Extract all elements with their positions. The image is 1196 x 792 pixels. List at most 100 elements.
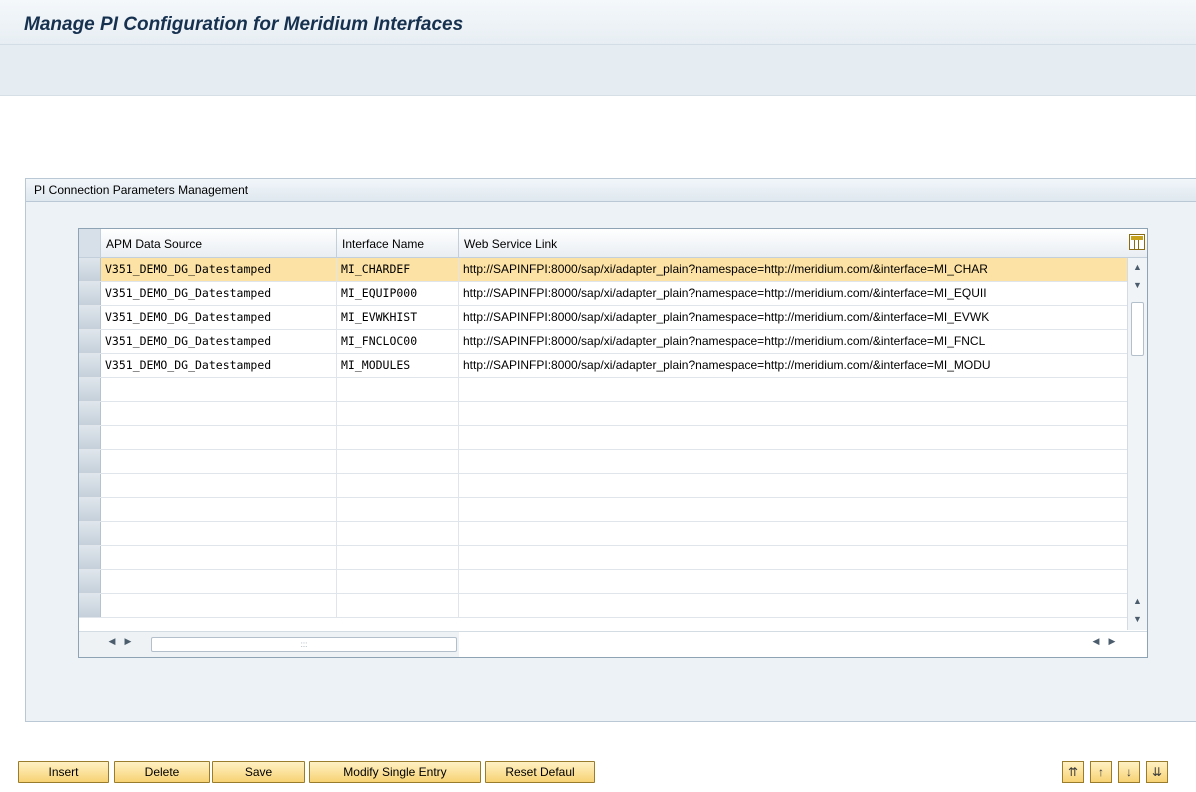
scroll-up-bottom-icon[interactable]: ▲	[1128, 592, 1147, 610]
cell-web-service-link[interactable]: http://SAPINFPI:8000/sap/xi/adapter_plai…	[459, 282, 1127, 305]
cell-web-service-link[interactable]: http://SAPINFPI:8000/sap/xi/adapter_plai…	[459, 330, 1127, 353]
scroll-right-link-icon[interactable]: ▶	[1105, 636, 1119, 647]
row-selector[interactable]	[79, 522, 101, 545]
row-selector[interactable]	[79, 330, 101, 353]
column-settings-icon[interactable]	[1129, 234, 1145, 250]
save-button[interactable]: Save	[212, 761, 305, 783]
cell-interface-name[interactable]	[337, 594, 459, 617]
previous-page-icon[interactable]: ↑	[1090, 761, 1112, 783]
table-row[interactable]	[79, 450, 1127, 474]
row-selector[interactable]	[79, 258, 101, 281]
scroll-right-icon[interactable]: ▶	[121, 636, 135, 647]
cell-web-service-link[interactable]	[459, 594, 1127, 617]
cell-web-service-link[interactable]	[459, 498, 1127, 521]
scroll-left-link-icon[interactable]: ◀	[1089, 636, 1103, 647]
cell-apm-data-source[interactable]	[101, 450, 337, 473]
cell-web-service-link[interactable]	[459, 522, 1127, 545]
cell-apm-data-source[interactable]: V351_DEMO_DG_Datestamped	[101, 282, 337, 305]
delete-button[interactable]: Delete	[114, 761, 210, 783]
cell-web-service-link[interactable]: http://SAPINFPI:8000/sap/xi/adapter_plai…	[459, 258, 1127, 281]
cell-interface-name[interactable]: MI_FNCLOC00	[337, 330, 459, 353]
table-row[interactable]	[79, 546, 1127, 570]
insert-button[interactable]: Insert	[18, 761, 109, 783]
cell-interface-name[interactable]	[337, 378, 459, 401]
cell-apm-data-source[interactable]: V351_DEMO_DG_Datestamped	[101, 306, 337, 329]
table-row[interactable]: V351_DEMO_DG_Datestamped MI_MODULES http:/…	[79, 354, 1127, 378]
cell-interface-name[interactable]	[337, 402, 459, 425]
cell-interface-name[interactable]	[337, 426, 459, 449]
row-selector[interactable]	[79, 474, 101, 497]
column-header-apm-data-source[interactable]: APM Data Source	[101, 229, 337, 257]
cell-apm-data-source[interactable]: V351_DEMO_DG_Datestamped	[101, 330, 337, 353]
cell-interface-name[interactable]: MI_EQUIP000	[337, 282, 459, 305]
column-header-interface-name[interactable]: Interface Name	[337, 229, 459, 257]
table-row[interactable]	[79, 498, 1127, 522]
cell-interface-name[interactable]	[337, 450, 459, 473]
cell-apm-data-source[interactable]	[101, 498, 337, 521]
scroll-up-icon[interactable]: ▲	[1128, 258, 1147, 276]
row-selector[interactable]	[79, 282, 101, 305]
table-row[interactable]: V351_DEMO_DG_Datestamped MI_CHARDEF http:/…	[79, 258, 1127, 282]
scroll-down-bottom-icon[interactable]: ▼	[1128, 610, 1147, 628]
table-row[interactable]	[79, 378, 1127, 402]
first-page-icon[interactable]: ⇈	[1062, 761, 1084, 783]
table-row[interactable]: V351_DEMO_DG_Datestamped MI_EQUIP000 http:…	[79, 282, 1127, 306]
row-selector[interactable]	[79, 546, 101, 569]
reset-default-button[interactable]: Reset Defaul	[485, 761, 595, 783]
cell-apm-data-source[interactable]	[101, 570, 337, 593]
table-row[interactable]	[79, 570, 1127, 594]
cell-interface-name[interactable]	[337, 498, 459, 521]
cell-interface-name[interactable]	[337, 546, 459, 569]
cell-interface-name[interactable]: MI_EVWKHIST	[337, 306, 459, 329]
row-selector[interactable]	[79, 570, 101, 593]
cell-web-service-link[interactable]	[459, 450, 1127, 473]
row-selector[interactable]	[79, 306, 101, 329]
table-row[interactable]	[79, 522, 1127, 546]
cell-web-service-link[interactable]	[459, 426, 1127, 449]
cell-apm-data-source[interactable]	[101, 474, 337, 497]
row-selector[interactable]	[79, 426, 101, 449]
cell-interface-name[interactable]: MI_CHARDEF	[337, 258, 459, 281]
table-row[interactable]	[79, 474, 1127, 498]
row-selector[interactable]	[79, 402, 101, 425]
cell-interface-name[interactable]	[337, 570, 459, 593]
horizontal-scroll-thumb[interactable]: :::	[151, 637, 457, 652]
cell-interface-name[interactable]	[337, 474, 459, 497]
cell-web-service-link[interactable]	[459, 378, 1127, 401]
cell-apm-data-source[interactable]: V351_DEMO_DG_Datestamped	[101, 258, 337, 281]
table-row[interactable]: V351_DEMO_DG_Datestamped MI_FNCLOC00 http:…	[79, 330, 1127, 354]
cell-apm-data-source[interactable]	[101, 426, 337, 449]
cell-apm-data-source[interactable]	[101, 378, 337, 401]
cell-apm-data-source[interactable]: V351_DEMO_DG_Datestamped	[101, 354, 337, 377]
row-selector[interactable]	[79, 378, 101, 401]
cell-interface-name[interactable]: MI_MODULES	[337, 354, 459, 377]
row-selector[interactable]	[79, 594, 101, 617]
vertical-scroll-thumb[interactable]	[1131, 302, 1144, 356]
row-selector[interactable]	[79, 498, 101, 521]
select-all-corner[interactable]	[79, 229, 101, 257]
table-row[interactable]: V351_DEMO_DG_Datestamped MI_EVWKHIST http:…	[79, 306, 1127, 330]
cell-web-service-link[interactable]: http://SAPINFPI:8000/sap/xi/adapter_plai…	[459, 306, 1127, 329]
table-row[interactable]	[79, 594, 1127, 618]
cell-web-service-link[interactable]: http://SAPINFPI:8000/sap/xi/adapter_plai…	[459, 354, 1127, 377]
cell-web-service-link[interactable]	[459, 474, 1127, 497]
cell-apm-data-source[interactable]	[101, 594, 337, 617]
row-selector[interactable]	[79, 354, 101, 377]
horizontal-scrollbar-link[interactable]: ◀ ▶	[459, 631, 1147, 657]
scroll-down-icon[interactable]: ▼	[1128, 276, 1147, 294]
cell-apm-data-source[interactable]	[101, 546, 337, 569]
cell-apm-data-source[interactable]	[101, 402, 337, 425]
table-row[interactable]	[79, 426, 1127, 450]
scroll-left-icon[interactable]: ◀	[105, 636, 119, 647]
last-page-icon[interactable]: ⇊	[1146, 761, 1168, 783]
cell-web-service-link[interactable]	[459, 402, 1127, 425]
horizontal-scrollbar-fixed[interactable]: ◀ ▶ :::	[79, 631, 459, 657]
cell-web-service-link[interactable]	[459, 570, 1127, 593]
vertical-scrollbar[interactable]: ▲ ▼ ▲ ▼	[1127, 258, 1147, 630]
cell-interface-name[interactable]	[337, 522, 459, 545]
table-row[interactable]	[79, 402, 1127, 426]
next-page-icon[interactable]: ↓	[1118, 761, 1140, 783]
cell-web-service-link[interactable]	[459, 546, 1127, 569]
modify-single-entry-button[interactable]: Modify Single Entry	[309, 761, 481, 783]
row-selector[interactable]	[79, 450, 101, 473]
